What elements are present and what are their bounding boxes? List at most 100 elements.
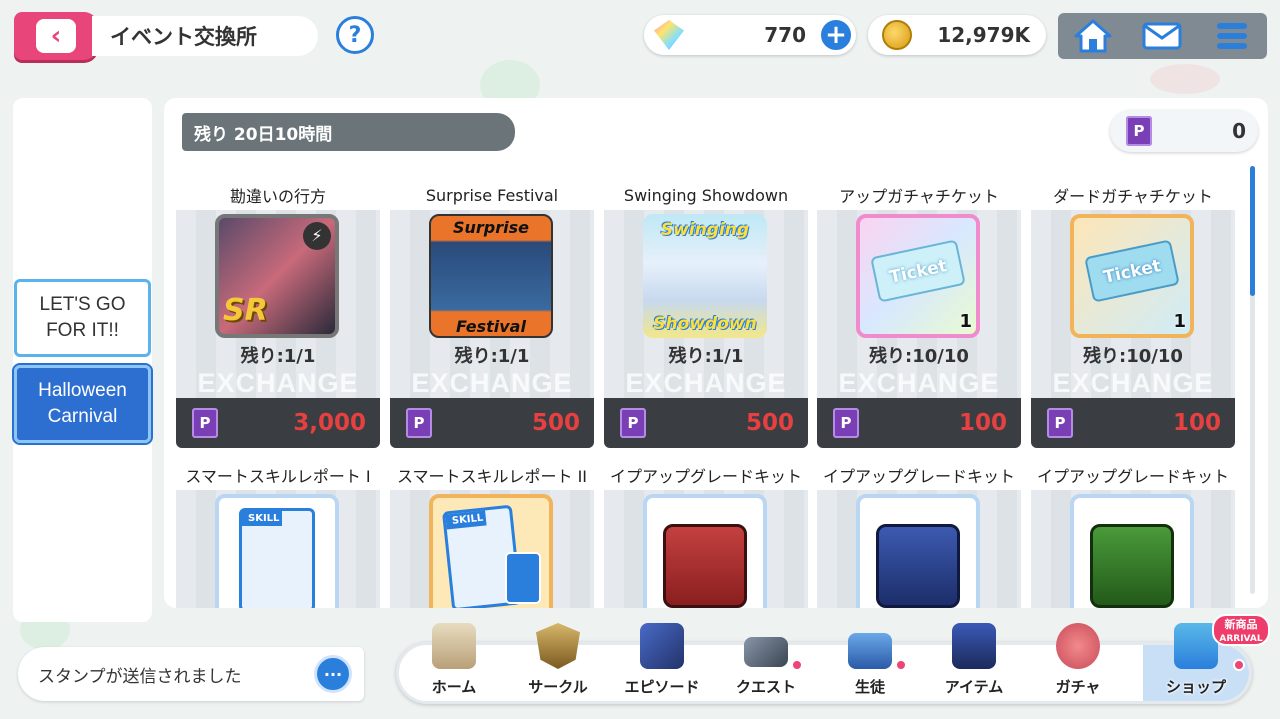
help-button[interactable]: ? [336, 16, 374, 54]
skill-label: SKILL [242, 511, 282, 526]
event-tab-label: LET'S GO FOR IT!! [39, 294, 126, 341]
remaining-count: 残り:1/1 [240, 346, 316, 367]
surprise-label-bottom: Festival [456, 317, 526, 336]
tab-label: 生徒 [854, 678, 885, 696]
point-icon: P [406, 408, 432, 438]
item-price: P 500 [390, 398, 594, 448]
tab-students[interactable]: 生徒 [815, 633, 925, 701]
exchange-watermark: EXCHANGE [411, 368, 573, 398]
chevron-left-icon: ‹ [36, 19, 76, 53]
price-value: 500 [745, 410, 794, 436]
exchange-item[interactable]: Surprise Festival Surprise Festival 残り:1… [390, 180, 594, 448]
item-name: イプアップグレードキット [604, 460, 808, 490]
mail-button[interactable] [1138, 16, 1186, 56]
event-list-panel [13, 98, 152, 622]
remaining-count: 残り:10/10 [869, 346, 969, 367]
menu-icon [1217, 23, 1248, 49]
scrollbar-thumb[interactable] [1250, 166, 1255, 296]
blue-kit-icon [876, 524, 960, 608]
tab-gacha[interactable]: ガチャ [1023, 623, 1133, 701]
tab-label: サークル [528, 678, 588, 696]
exchange-watermark: EXCHANGE [838, 368, 1000, 398]
exchange-item[interactable]: アップガチャチケット Ticket 1 残り:10/10 EXCHANGE P … [817, 180, 1021, 448]
back-button[interactable]: ‹ [14, 12, 98, 60]
tab-episode[interactable]: エピソード [607, 623, 717, 701]
remaining-time: 残り 20日10時間 [182, 113, 515, 151]
gem-icon [654, 20, 684, 50]
item-name: 勘違いの行方 [176, 180, 380, 210]
skill-type-icon: ⚡ [303, 222, 331, 250]
remaining-count: 残り:10/10 [1083, 346, 1183, 367]
tab-shop[interactable]: ショップ [1143, 623, 1249, 701]
bag-icon [952, 623, 996, 669]
point-icon: P [1047, 408, 1073, 438]
tab-label: ガチャ [1055, 678, 1101, 696]
tab-label: アイテム [944, 678, 1004, 696]
exchange-item[interactable]: イプアップグレードキット [817, 460, 1021, 608]
add-gems-button[interactable]: + [818, 17, 854, 53]
gem-amount: 770 [764, 23, 806, 47]
home-button[interactable] [1069, 16, 1117, 56]
red-kit-icon [663, 524, 747, 608]
item-name: アップガチャチケット [817, 180, 1021, 210]
ticket-icon: Ticket [870, 239, 966, 303]
id-card-icon [848, 633, 892, 669]
point-amount: 0 [1232, 119, 1246, 143]
ticket-icon: Ticket [1084, 239, 1180, 303]
background-pattern [1150, 64, 1220, 94]
menu-button[interactable] [1208, 16, 1256, 56]
item-thumbnail: ⚡ SR [215, 214, 339, 338]
notification-dot [791, 659, 803, 671]
event-tab-lets-go[interactable]: LET'S GO FOR IT!! [14, 279, 151, 357]
item-name: Surprise Festival [390, 180, 594, 210]
chat-bubble-icon[interactable]: ··· [314, 655, 352, 693]
sr-label: SR [223, 293, 268, 328]
item-name: イプアップグレードキット [817, 460, 1021, 490]
item-thumbnail [1070, 494, 1194, 608]
tab-circle[interactable]: サークル [503, 623, 613, 701]
item-thumbnail [856, 494, 980, 608]
new-arrival-badge: 新商品 ARRIVAL [1212, 614, 1270, 646]
event-tab-halloween[interactable]: Halloween Carnival [12, 363, 153, 445]
exchange-item[interactable]: スマートスキルレポート I SKILL [176, 460, 380, 608]
remaining-count: 残り:1/1 [668, 346, 744, 367]
exchange-item[interactable]: Swinging Showdown Swinging Showdown 残り:1… [604, 180, 808, 448]
item-thumbnail: Surprise Festival [429, 214, 553, 338]
badge-line-2: ARRIVAL [1219, 634, 1263, 644]
exchange-watermark: EXCHANGE [1052, 368, 1214, 398]
top-nav-group [1058, 13, 1267, 59]
item-price: P 500 [604, 398, 808, 448]
item-thumbnail: SKILL [429, 494, 553, 608]
point-icon: P [833, 408, 859, 438]
tab-label: クエスト [735, 678, 796, 696]
book-icon [640, 623, 684, 669]
tab-label: エピソード [624, 678, 700, 696]
item-price: P 3,000 [176, 398, 380, 448]
tab-items[interactable]: アイテム [919, 623, 1029, 701]
item-name: スマートスキルレポート II [390, 460, 594, 490]
price-value: 100 [1172, 410, 1221, 436]
exchange-watermark: EXCHANGE [625, 368, 787, 398]
exchange-item[interactable]: 勘違いの行方 ⚡ SR 残り:1/1 EXCHANGE P 3,000 [176, 180, 380, 448]
item-name: Swinging Showdown [604, 180, 808, 210]
exchange-item[interactable]: スマートスキルレポート II SKILL [390, 460, 594, 608]
item-price: P 100 [1031, 398, 1235, 448]
page-title: イベント交換所 [92, 16, 318, 56]
tab-home[interactable]: ホーム [399, 623, 509, 701]
exchange-watermark: EXCHANGE [197, 368, 359, 398]
tab-quest[interactable]: クエスト [711, 637, 821, 701]
price-value: 100 [958, 410, 1007, 436]
item-thumbnail [643, 494, 767, 608]
item-name: ダードガチャチケット [1031, 180, 1235, 210]
exchange-item[interactable]: イプアップグレードキット [604, 460, 808, 608]
item-quantity: 1 [1173, 311, 1186, 332]
price-value: 500 [531, 410, 580, 436]
home-icon [1074, 19, 1112, 53]
exchange-item[interactable]: イプアップグレードキット [1031, 460, 1235, 608]
surprise-label-top: Surprise [452, 218, 529, 237]
item-quantity: 1 [959, 311, 972, 332]
bottom-navigation: ホーム サークル エピソード クエスト 生徒 アイテム ガチャ ショップ [396, 623, 1252, 704]
exchange-item[interactable]: ダードガチャチケット Ticket 1 残り:10/10 EXCHANGE P … [1031, 180, 1235, 448]
chat-notification[interactable]: スタンプが送信されました ··· [18, 647, 364, 701]
item-name: スマートスキルレポート I [176, 460, 380, 490]
